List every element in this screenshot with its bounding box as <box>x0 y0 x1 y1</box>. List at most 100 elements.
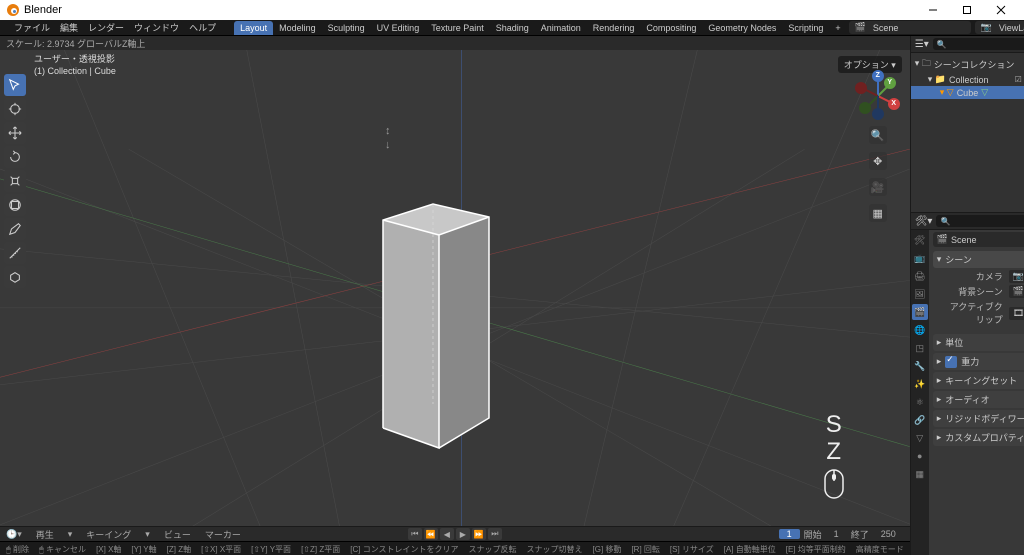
menu-play[interactable]: 再生 <box>36 528 54 541</box>
viewlayer-selector[interactable]: 📷 ViewLayer <box>975 21 1024 34</box>
play-reverse-button[interactable]: ◀ <box>440 528 454 540</box>
axis-arrow-hint: ↕↓ <box>385 125 391 151</box>
close-button[interactable] <box>984 0 1018 20</box>
prop-tab-constraints[interactable]: 🔗 <box>912 412 928 428</box>
end-frame-field[interactable]: 250 <box>873 529 904 539</box>
menu-marker[interactable]: マーカー <box>205 528 241 541</box>
prop-tab-output[interactable]: 🖨 <box>912 268 928 284</box>
prop-tab-object[interactable]: ◳ <box>912 340 928 356</box>
properties-search[interactable]: 🔍 <box>936 215 1024 227</box>
prop-tab-viewlayer[interactable]: 🖼 <box>912 286 928 302</box>
tool-add-primitive[interactable] <box>4 266 26 288</box>
workspace-tab[interactable]: Modeling <box>273 21 322 35</box>
prop-tab-data[interactable]: ▽ <box>912 430 928 446</box>
tool-annotate[interactable] <box>4 218 26 240</box>
panel-customprops[interactable]: ▸ カスタムプロパティ <box>933 429 1024 446</box>
active-clip-field[interactable]: 🎞 <box>1009 307 1024 320</box>
tool-transform[interactable] <box>4 194 26 216</box>
menu-view[interactable]: ビュー <box>164 528 191 541</box>
prop-tab-material[interactable]: ● <box>912 448 928 464</box>
scene-breadcrumb[interactable]: 🎬 Scene 📌 <box>933 232 1024 247</box>
prop-tab-render[interactable]: 📺 <box>912 250 928 266</box>
jump-end-button[interactable]: ⏭ <box>488 528 502 540</box>
workspace-tab[interactable]: Compositing <box>640 21 702 35</box>
tool-rotate[interactable] <box>4 146 26 168</box>
panel-rigidbody[interactable]: ▸ リジッドボディワールド <box>933 410 1024 427</box>
options-button[interactable]: オプション ▾ <box>838 56 902 73</box>
keyframe-prev-button[interactable]: ⏪ <box>424 528 438 540</box>
current-frame-field[interactable]: 1 <box>779 529 800 539</box>
window-titlebar: Blender <box>0 0 1024 20</box>
maximize-button[interactable] <box>950 0 984 20</box>
scene-selector[interactable]: 🎬 Scene <box>849 21 971 34</box>
tool-scale[interactable] <box>4 170 26 192</box>
pan-icon[interactable]: ✥ <box>869 152 887 170</box>
camera-field[interactable]: 📷 <box>1009 270 1024 283</box>
workspace-tab[interactable]: Scripting <box>782 21 829 35</box>
tool-shelf <box>4 74 26 288</box>
property-tabs: 🛠 📺 🖨 🖼 🎬 🌐 ◳ 🔧 ✨ ⚛ 🔗 ▽ ● ▦ <box>911 230 929 555</box>
workspace-tab-layout[interactable]: Layout <box>234 21 273 35</box>
panel-units[interactable]: ▸ 単位 <box>933 334 1024 351</box>
tool-select-box[interactable] <box>4 74 26 96</box>
workspace-tab[interactable]: Animation <box>535 21 587 35</box>
prop-tab-scene[interactable]: 🎬 <box>912 304 928 320</box>
prop-tab-modifier[interactable]: 🔧 <box>912 358 928 374</box>
timeline-header: 🕒▾ 再生▾ キーイング▾ ビュー マーカー ⏮ ⏪ ◀ ▶ ⏩ ⏭ 1 開始 … <box>0 526 910 541</box>
tool-measure[interactable] <box>4 242 26 264</box>
workspace-tab[interactable]: Geometry Nodes <box>702 21 782 35</box>
properties-panel: 🛠▾ 🔍 ⋮ 🛠 📺 🖨 🖼 🎬 🌐 ◳ 🔧 ✨ ⚛ 🔗 ▽ ● ▦ <box>911 213 1024 555</box>
top-menu-bar: ファイル 編集 レンダー ウィンドウ ヘルプ Layout Modeling S… <box>0 20 1024 36</box>
prop-tab-texture[interactable]: ▦ <box>912 466 928 482</box>
panel-gravity[interactable]: ▸ 重力 <box>933 353 1024 370</box>
viewport-nav-cluster: X Y Z 🔍 ✥ 🎥 ▦ <box>856 74 900 222</box>
outliner-mode-icon[interactable]: ☰▾ <box>915 39 929 50</box>
tree-row-scene-collection[interactable]: ▾ 🗀 シーンコレクション <box>911 55 1024 73</box>
camera-view-icon[interactable]: 🎥 <box>869 178 887 196</box>
workspace-tab[interactable]: Texture Paint <box>425 21 490 35</box>
workspace-tab-add[interactable]: + <box>829 21 846 35</box>
prop-tab-world[interactable]: 🌐 <box>912 322 928 338</box>
prop-tab-particles[interactable]: ✨ <box>912 376 928 392</box>
tree-row-collection[interactable]: ▾ 📁 Collection☑👁📷 <box>911 73 1024 86</box>
orbit-gizmo[interactable]: X Y Z <box>856 74 900 118</box>
menu-window[interactable]: ウィンドウ <box>130 21 183 34</box>
3d-viewport[interactable]: ↕↓ ユーザー・透視投影 (1) Collection | Cube オプション… <box>0 50 910 526</box>
keyframe-next-button[interactable]: ⏩ <box>472 528 486 540</box>
minimize-button[interactable] <box>916 0 950 20</box>
props-editor-type-icon[interactable]: 🛠▾ <box>915 216 933 227</box>
zoom-icon[interactable]: 🔍 <box>869 126 887 144</box>
workspace-tab[interactable]: Rendering <box>587 21 641 35</box>
panel-audio[interactable]: ▸ オーディオ <box>933 391 1024 408</box>
menu-render[interactable]: レンダー <box>84 21 128 34</box>
menu-help[interactable]: ヘルプ <box>185 21 220 34</box>
menu-file[interactable]: ファイル <box>10 21 54 34</box>
tool-move[interactable] <box>4 122 26 144</box>
outliner-search[interactable]: 🔍 <box>933 38 1024 50</box>
menu-keying[interactable]: キーイング <box>86 528 131 541</box>
menu-edit[interactable]: 編集 <box>56 21 82 34</box>
start-frame-field[interactable]: 1 <box>826 529 847 539</box>
bg-scene-field[interactable]: 🎬 <box>1009 285 1024 298</box>
workspace-tab[interactable]: UV Editing <box>371 21 426 35</box>
tool-cursor[interactable] <box>4 98 26 120</box>
transform-key-hint: S Z <box>822 412 846 502</box>
outliner-panel: ☰▾ 🔍 ▽• ▾ 🗀 シーンコレクション ▾ 📁 Collection☑👁📷 … <box>911 36 1024 213</box>
blender-logo-icon <box>6 3 20 17</box>
gravity-checkbox[interactable] <box>945 356 957 368</box>
tree-row-cube[interactable]: ▾ ▽ Cube ▽👁📷 <box>911 86 1024 99</box>
play-button[interactable]: ▶ <box>456 528 470 540</box>
perspective-icon[interactable]: ▦ <box>869 204 887 222</box>
viewport-info-overlay: ユーザー・透視投影 (1) Collection | Cube <box>34 54 116 77</box>
workspace-tabs: Layout Modeling Sculpting UV Editing Tex… <box>234 21 847 35</box>
workspace-tab[interactable]: Sculpting <box>322 21 371 35</box>
workspace-tab[interactable]: Shading <box>490 21 535 35</box>
prop-tab-tool[interactable]: 🛠 <box>912 232 928 248</box>
panel-keyingsets[interactable]: ▸ キーイングセット <box>933 372 1024 389</box>
panel-scene[interactable]: ▾ シーン <box>933 251 1024 268</box>
prop-tab-physics[interactable]: ⚛ <box>912 394 928 410</box>
cube-object[interactable] <box>375 200 505 460</box>
viewport-status-line: スケール: 2.9734 グローバルZ軸上 <box>0 36 910 50</box>
jump-start-button[interactable]: ⏮ <box>408 528 422 540</box>
window-title: Blender <box>24 4 62 16</box>
